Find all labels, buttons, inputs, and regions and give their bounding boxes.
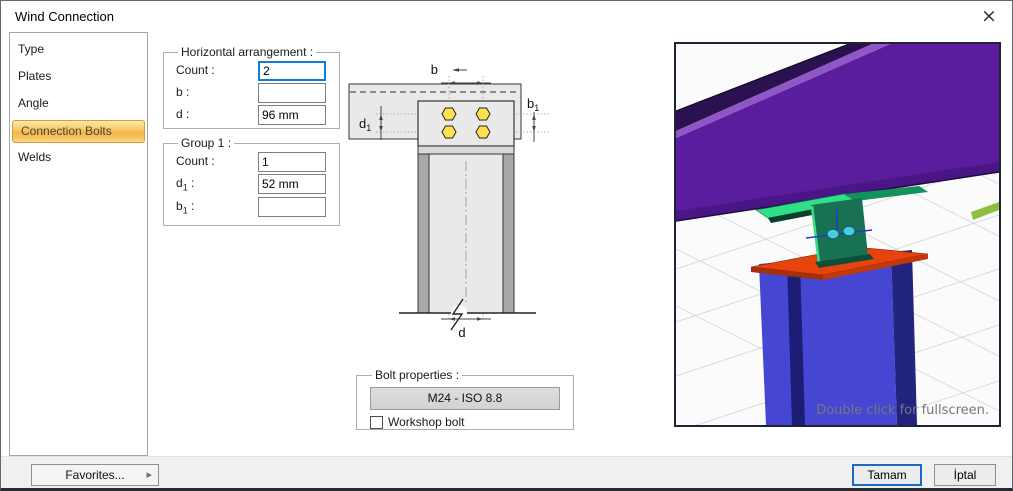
d1-input[interactable] xyxy=(258,174,326,194)
d-input[interactable] xyxy=(258,105,326,125)
cancel-button[interactable]: İptal xyxy=(934,464,996,486)
group1-group: Group 1 : Count : d1 : b1 : xyxy=(163,136,340,226)
column-flange xyxy=(418,154,429,313)
wind-connection-dialog: Wind Connection × Type Plates Angle Conn… xyxy=(0,0,1013,491)
group1-count-input[interactable] xyxy=(258,152,326,172)
b1-input[interactable] xyxy=(258,197,326,217)
workshop-bolt-label: Workshop bolt xyxy=(388,415,464,429)
column-flange xyxy=(503,154,514,313)
workshop-bolt-checkbox[interactable] xyxy=(370,416,383,429)
bolt-size-button[interactable]: M24 - ISO 8.8 xyxy=(370,387,560,410)
horizontal-arrangement-title: Horizontal arrangement : xyxy=(178,45,316,59)
group1-count-label: Count : xyxy=(176,154,258,170)
bolt-hex xyxy=(442,126,456,138)
sidebar-item-welds[interactable]: Welds xyxy=(10,145,147,172)
dialog-title: Wind Connection xyxy=(15,9,114,24)
favorites-button[interactable]: Favorites... ▸ xyxy=(31,464,159,486)
bolt-hex xyxy=(476,126,490,138)
d-label: d : xyxy=(176,107,258,123)
sidebar-item-angle[interactable]: Angle xyxy=(10,91,147,118)
preview-3d-render xyxy=(676,44,999,425)
bolt-hex xyxy=(476,108,490,120)
count-label: Count : xyxy=(176,63,258,79)
fullscreen-hint: Double click for fullscreen. xyxy=(816,403,989,418)
bolt-3d xyxy=(827,229,839,239)
sidebar-item-connection-bolts[interactable]: Connection Bolts xyxy=(12,120,145,143)
title-bar: Wind Connection × xyxy=(1,1,1012,32)
bolt-hex xyxy=(442,108,456,120)
dim-b-label: b xyxy=(431,62,438,77)
close-button[interactable]: × xyxy=(976,4,1002,28)
footer-bar: Favorites... ▸ Tamam İptal xyxy=(1,456,1012,488)
d1-label: d1 : xyxy=(176,176,258,192)
bolt-3d xyxy=(843,226,855,236)
ok-button[interactable]: Tamam xyxy=(852,464,922,486)
connection-diagram: b d1 b1 d xyxy=(346,46,571,346)
bolt-properties-group: Bolt properties : M24 - ISO 8.8 Workshop… xyxy=(356,368,574,430)
bolt-properties-title: Bolt properties : xyxy=(372,368,462,382)
b-input[interactable] xyxy=(258,83,326,103)
sidebar: Type Plates Angle Connection Bolts Welds xyxy=(9,32,148,456)
sidebar-item-plates[interactable]: Plates xyxy=(10,64,147,91)
dim-b1-label: b1 xyxy=(527,96,539,113)
connection-plate xyxy=(418,101,514,146)
count-input[interactable] xyxy=(258,61,326,81)
close-icon: × xyxy=(981,5,997,27)
submenu-arrow-icon: ▸ xyxy=(146,465,152,485)
horizontal-arrangement-group: Horizontal arrangement : Count : b : d : xyxy=(163,45,340,129)
preview-3d-viewport[interactable]: Double click for fullscreen. xyxy=(674,42,1001,427)
group1-title: Group 1 : xyxy=(178,136,234,150)
b-label: b : xyxy=(176,85,258,101)
sidebar-item-type[interactable]: Type xyxy=(10,37,147,64)
dim-d-label: d xyxy=(458,325,465,340)
b1-label: b1 : xyxy=(176,199,258,215)
